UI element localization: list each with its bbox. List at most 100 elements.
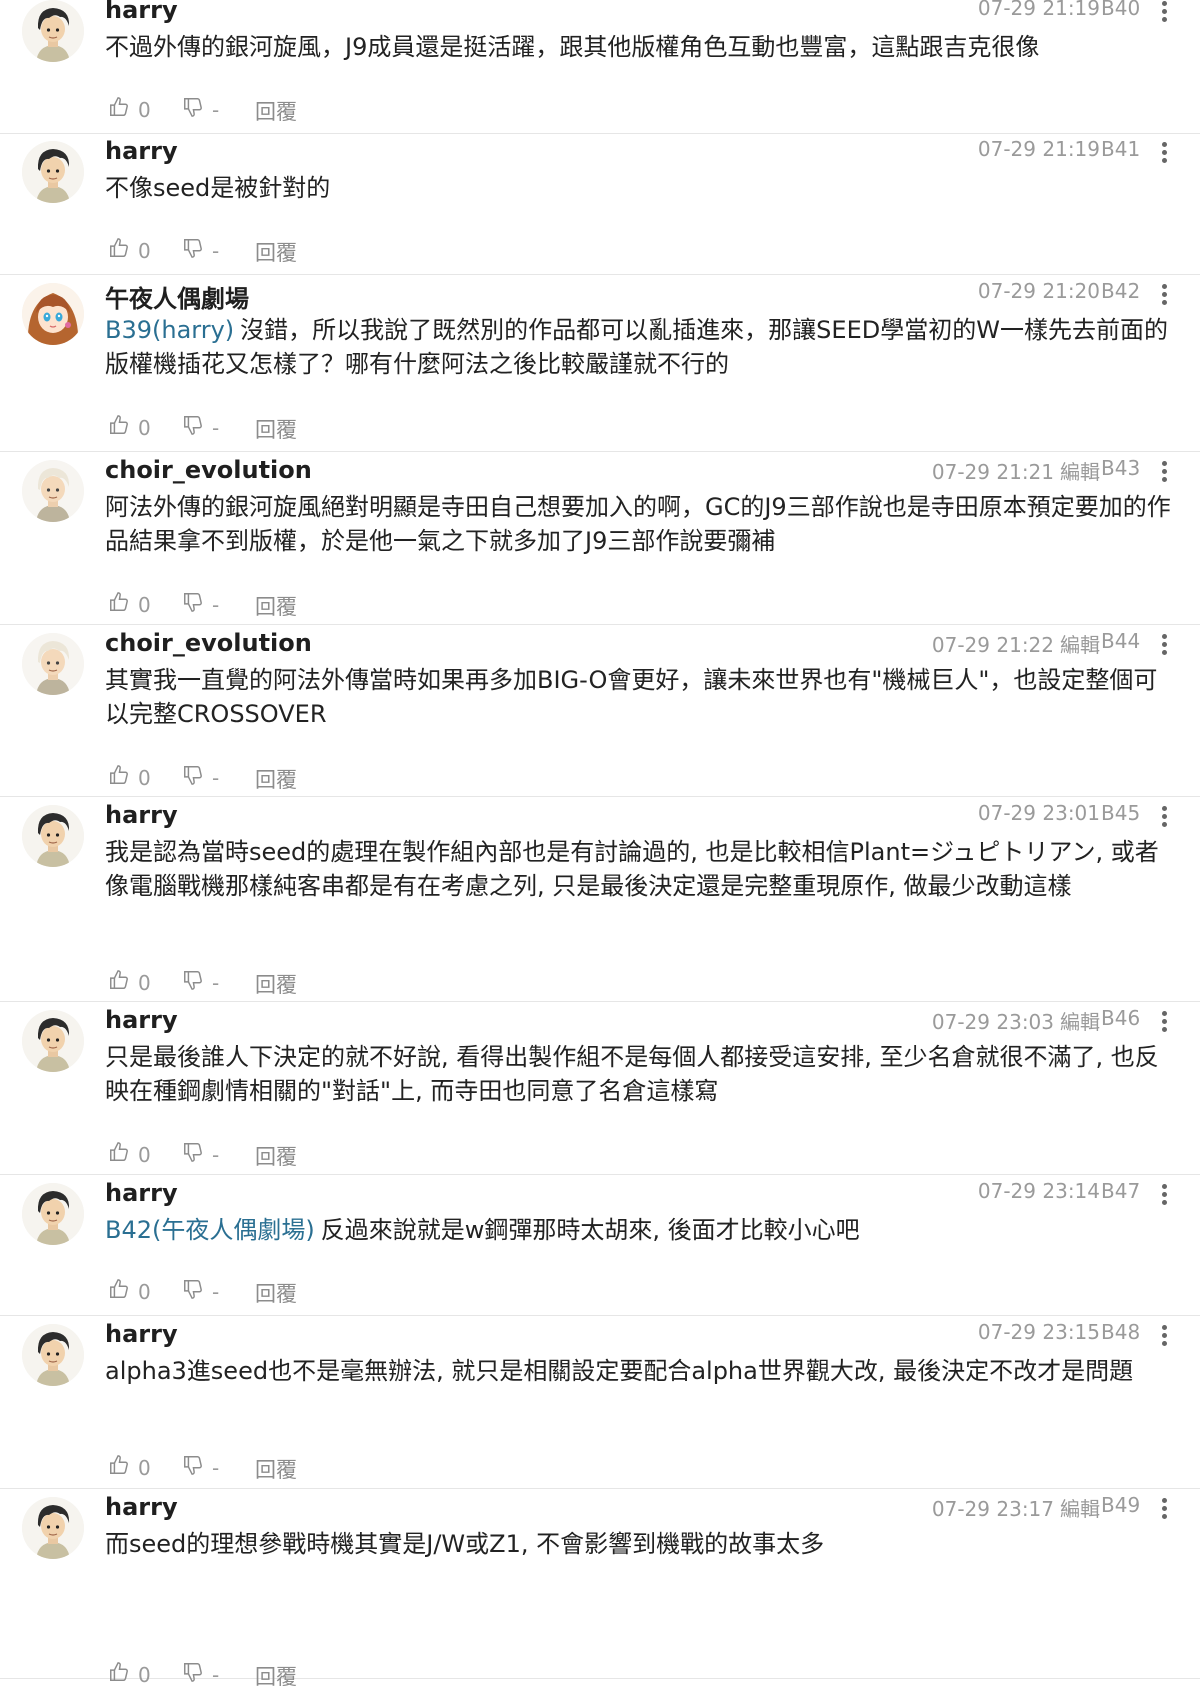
- thumbs-down-icon: [182, 1278, 204, 1305]
- dislike-button[interactable]: -: [182, 764, 219, 791]
- floor-number[interactable]: B45: [1101, 801, 1140, 825]
- more-options-icon[interactable]: [1155, 0, 1173, 26]
- thumbs-up-icon: [108, 591, 130, 618]
- floor-number[interactable]: B42: [1101, 279, 1140, 303]
- reply-button[interactable]: 回覆: [255, 1278, 297, 1308]
- dislike-button[interactable]: -: [182, 1661, 219, 1688]
- username[interactable]: 午夜人偶劇場: [105, 279, 249, 314]
- like-button[interactable]: 0: [108, 969, 151, 996]
- harry-avatar[interactable]: [22, 1010, 84, 1072]
- timestamp: 07-29 21:19: [977, 0, 1100, 20]
- comment-text: 不像seed是被針對的: [105, 174, 331, 202]
- floor-number[interactable]: B48: [1101, 1320, 1140, 1344]
- username[interactable]: harry: [105, 137, 178, 165]
- like-button[interactable]: 0: [108, 1278, 151, 1305]
- more-options-icon[interactable]: [1155, 139, 1173, 167]
- reply-reference-link[interactable]: B42(午夜人偶劇場): [105, 1216, 315, 1244]
- username[interactable]: choir_evolution: [105, 456, 312, 484]
- timestamp: 07-29 23:14: [977, 1179, 1100, 1203]
- username[interactable]: harry: [105, 1006, 178, 1034]
- dislike-count: -: [212, 238, 220, 263]
- dislike-count: -: [212, 1662, 220, 1687]
- like-button[interactable]: 0: [108, 1661, 151, 1688]
- comment-item: harry 07-29 23:03 編輯 B46 只是最後誰人下決定的就不好說, 看得出…: [0, 1002, 1200, 1175]
- more-options-icon[interactable]: [1155, 1495, 1173, 1523]
- dislike-button[interactable]: -: [182, 237, 219, 264]
- dislike-button[interactable]: -: [182, 1278, 219, 1305]
- harry-avatar[interactable]: [22, 1183, 84, 1245]
- dislike-count: -: [212, 765, 220, 790]
- like-button[interactable]: 0: [108, 1454, 151, 1481]
- edited-label: 編輯: [1060, 1010, 1100, 1034]
- dislike-button[interactable]: -: [182, 1141, 219, 1168]
- edited-label: 編輯: [1060, 633, 1100, 657]
- dislike-button[interactable]: -: [182, 414, 219, 441]
- like-button[interactable]: 0: [108, 591, 151, 618]
- more-options-icon[interactable]: [1155, 803, 1173, 831]
- comment-item: harry 07-29 21:19 B40 不過外傳的銀河旋風，J9成員還是挺活躍，跟…: [0, 0, 1200, 134]
- dislike-button[interactable]: -: [182, 969, 219, 996]
- reply-button[interactable]: 回覆: [255, 1141, 297, 1171]
- harry-avatar[interactable]: [22, 141, 84, 203]
- reply-button[interactable]: 回覆: [255, 969, 297, 999]
- comment-item: harry 07-29 23:15 B48 alpha3進seed也不是毫無辦法, 就…: [0, 1316, 1200, 1489]
- like-button[interactable]: 0: [108, 764, 151, 791]
- more-options-icon[interactable]: [1155, 458, 1173, 486]
- thumbs-down-icon: [182, 1454, 204, 1481]
- thumbs-up-icon: [108, 96, 130, 123]
- comment-text: 不過外傳的銀河旋風，J9成員還是挺活躍，跟其他版權角色互動也豐富，這點跟吉克很像: [105, 33, 1040, 61]
- floor-number[interactable]: B40: [1101, 0, 1140, 20]
- reply-button[interactable]: 回覆: [255, 96, 297, 126]
- dislike-count: -: [212, 592, 220, 617]
- comment-text: 而seed的理想參戰時機其實是J/W或Z1, 不會影響到機戰的故事太多: [105, 1530, 825, 1558]
- username[interactable]: harry: [105, 1320, 178, 1348]
- thumbs-down-icon: [182, 1141, 204, 1168]
- comment-text: 只是最後誰人下決定的就不好說, 看得出製作組不是每個人都接受這安排, 至少名倉就…: [105, 1043, 1159, 1105]
- reply-button[interactable]: 回覆: [255, 1454, 297, 1484]
- white-hair-avatar[interactable]: [22, 633, 84, 695]
- edited-label: 編輯: [1060, 460, 1100, 484]
- floor-number[interactable]: B49: [1101, 1493, 1140, 1517]
- dislike-button[interactable]: -: [182, 96, 219, 123]
- edited-label: 編輯: [1060, 1497, 1100, 1521]
- floor-number[interactable]: B43: [1101, 456, 1140, 480]
- more-options-icon[interactable]: [1155, 1322, 1173, 1350]
- floor-number[interactable]: B46: [1101, 1006, 1140, 1030]
- reply-reference-link[interactable]: B39(harry): [105, 316, 234, 344]
- username[interactable]: harry: [105, 0, 178, 24]
- harry-avatar[interactable]: [22, 805, 84, 867]
- username[interactable]: choir_evolution: [105, 629, 312, 657]
- like-button[interactable]: 0: [108, 414, 151, 441]
- reply-button[interactable]: 回覆: [255, 764, 297, 794]
- username[interactable]: harry: [105, 801, 178, 829]
- username[interactable]: harry: [105, 1179, 178, 1207]
- floor-number[interactable]: B41: [1101, 137, 1140, 161]
- comment-meta: 07-29 23:15: [978, 1320, 1100, 1344]
- harry-avatar[interactable]: [22, 1324, 84, 1386]
- like-button[interactable]: 0: [108, 237, 151, 264]
- thumbs-up-icon: [108, 414, 130, 441]
- more-options-icon[interactable]: [1155, 1008, 1173, 1036]
- more-options-icon[interactable]: [1155, 631, 1173, 659]
- white-hair-avatar[interactable]: [22, 460, 84, 522]
- reply-button[interactable]: 回覆: [255, 237, 297, 267]
- thumbs-up-icon: [108, 1141, 130, 1168]
- floor-number[interactable]: B47: [1101, 1179, 1140, 1203]
- floor-number[interactable]: B44: [1101, 629, 1140, 653]
- comment-meta: 07-29 23:01: [978, 801, 1100, 825]
- reply-button[interactable]: 回覆: [255, 414, 297, 444]
- timestamp: 07-29 23:03: [931, 1010, 1054, 1034]
- harry-avatar[interactable]: [22, 0, 84, 62]
- more-options-icon[interactable]: [1155, 281, 1173, 309]
- reply-button[interactable]: 回覆: [255, 591, 297, 621]
- dislike-button[interactable]: -: [182, 1454, 219, 1481]
- harry-avatar[interactable]: [22, 1497, 84, 1559]
- username[interactable]: harry: [105, 1493, 178, 1521]
- dislike-button[interactable]: -: [182, 591, 219, 618]
- like-button[interactable]: 0: [108, 96, 151, 123]
- anime-girl-avatar[interactable]: [22, 283, 84, 345]
- reply-button[interactable]: 回覆: [255, 1661, 297, 1691]
- like-button[interactable]: 0: [108, 1141, 151, 1168]
- more-options-icon[interactable]: [1155, 1181, 1173, 1209]
- like-count: 0: [138, 415, 151, 440]
